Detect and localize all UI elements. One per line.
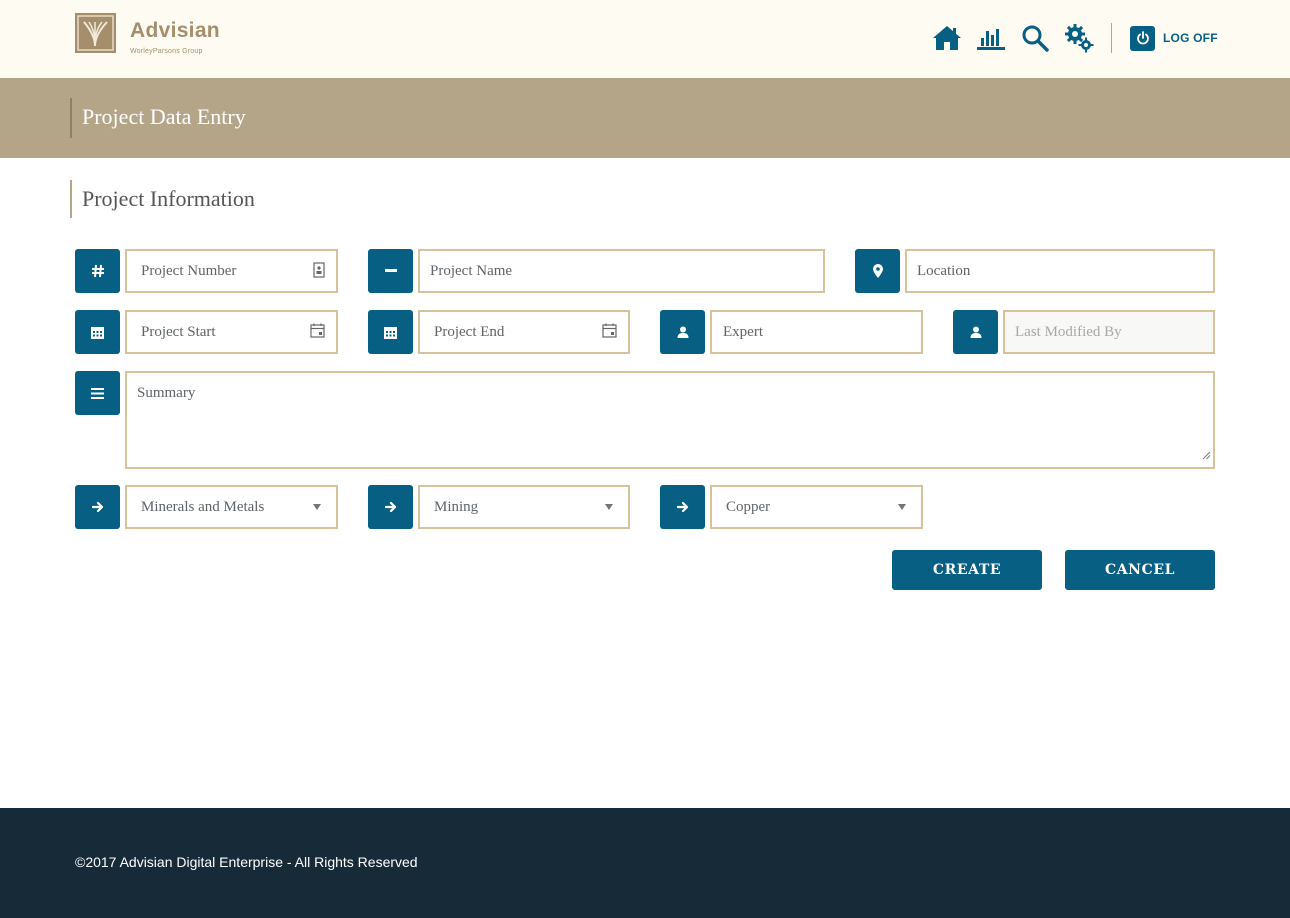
date-picker-icon[interactable] — [310, 323, 325, 343]
location-input[interactable]: Location — [905, 249, 1215, 293]
project-number-placeholder: Project Number — [141, 262, 237, 279]
date-picker-icon[interactable] — [602, 323, 617, 343]
top-header: Advisian WorleyParsons Group LOG OFF — [0, 0, 1290, 78]
page-footer: ©2017 Advisian Digital Enterprise - All … — [0, 808, 1290, 918]
bar-chart-icon[interactable] — [974, 22, 1008, 54]
arrow-right-icon — [368, 485, 413, 529]
calendar-icon — [368, 310, 413, 354]
expert-placeholder: Expert — [723, 323, 763, 340]
section-title: Project Information — [82, 186, 255, 211]
location-placeholder: Location — [917, 262, 971, 279]
sector-value: Minerals and Metals — [141, 498, 265, 515]
nav-divider — [1111, 23, 1112, 53]
project-start-input[interactable]: Project Start — [125, 310, 338, 354]
user-icon — [953, 310, 998, 354]
project-name-input[interactable]: Project Name — [418, 249, 825, 293]
page-title: Project Data Entry — [82, 104, 246, 129]
sector-select[interactable]: Minerals and Metals — [125, 485, 338, 529]
map-marker-icon — [855, 249, 900, 293]
logoff-button[interactable]: LOG OFF — [1130, 25, 1218, 51]
project-start-placeholder: Project Start — [141, 323, 216, 340]
copyright-text: ©2017 Advisian Digital Enterprise - All … — [75, 854, 418, 870]
project-end-input[interactable]: Project End — [418, 310, 630, 354]
last-modified-by-placeholder: Last Modified By — [1015, 323, 1122, 340]
arrow-right-icon — [75, 485, 120, 529]
page-title-band: Project Data Entry — [0, 78, 1290, 158]
home-icon[interactable] — [930, 22, 964, 54]
top-nav: LOG OFF — [930, 22, 1218, 54]
title-accent-bar — [70, 98, 72, 138]
summary-textarea[interactable]: Summary — [125, 371, 1215, 469]
power-icon — [1130, 25, 1155, 51]
gears-icon[interactable] — [1062, 22, 1096, 54]
logoff-label: LOG OFF — [1163, 31, 1218, 45]
brand-name: Advisian — [130, 19, 220, 42]
resize-handle-icon[interactable] — [1202, 448, 1211, 465]
subsector-value: Mining — [434, 498, 479, 515]
cancel-button[interactable]: CANCEL — [1065, 550, 1215, 590]
chevron-down-icon — [898, 504, 906, 510]
brand-subtitle: WorleyParsons Group — [130, 48, 203, 55]
search-icon[interactable] — [1018, 22, 1052, 54]
chevron-down-icon — [313, 504, 321, 510]
chevron-down-icon — [605, 504, 613, 510]
menu-lines-icon — [75, 371, 120, 415]
logo-mark-icon — [75, 13, 116, 53]
hash-icon — [75, 249, 120, 293]
minus-icon — [368, 249, 413, 293]
commodity-value: Copper — [726, 498, 771, 515]
calendar-icon — [75, 310, 120, 354]
last-modified-by-input: Last Modified By — [1003, 310, 1215, 354]
project-end-placeholder: Project End — [434, 323, 505, 340]
id-card-icon — [313, 262, 325, 283]
subsector-select[interactable]: Mining — [418, 485, 630, 529]
expert-input[interactable]: Expert — [710, 310, 923, 354]
section-accent-bar — [70, 180, 72, 218]
brand-logo[interactable]: Advisian WorleyParsons Group — [75, 13, 220, 55]
summary-placeholder: Summary — [137, 385, 196, 401]
commodity-select[interactable]: Copper — [710, 485, 923, 529]
project-number-input[interactable]: Project Number — [125, 249, 338, 293]
project-name-placeholder: Project Name — [430, 262, 513, 279]
create-button[interactable]: CREATE — [892, 550, 1042, 590]
user-icon — [660, 310, 705, 354]
arrow-right-icon — [660, 485, 705, 529]
